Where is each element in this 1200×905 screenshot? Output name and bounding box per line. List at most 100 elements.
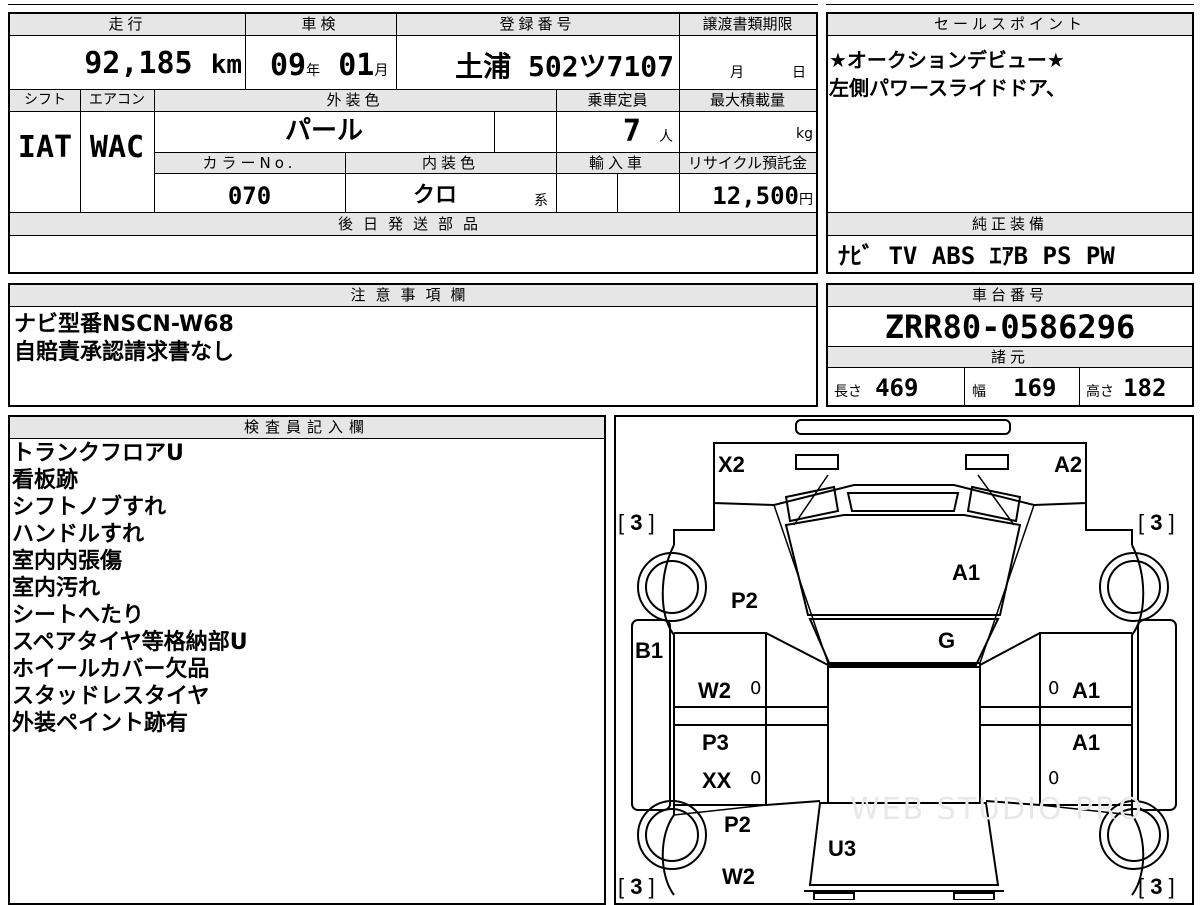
inspector-note: 室内汚れ — [12, 576, 101, 601]
mileage-header: 走行 — [10, 14, 245, 36]
max-load-unit: kg — [796, 126, 813, 142]
inspection-year: 09 — [270, 48, 307, 83]
tire-tread-value: 3 — [630, 510, 643, 535]
sales-points-header: セールスポイント — [828, 14, 1192, 36]
mark-a1-right-rear: A1 — [1072, 730, 1101, 755]
zero-mark: 0 — [1048, 768, 1060, 789]
interior-color-header: 内装色 — [345, 152, 556, 174]
note-line: ナビ型番NSCN-W68 — [14, 312, 234, 337]
mark-w2-left: W2 — [698, 678, 731, 703]
capacity-header: 乗車定員 — [556, 90, 679, 112]
mark-w2-rear: W2 — [722, 864, 755, 889]
height-spec: 高さ 182 — [1086, 374, 1192, 402]
inspector-note: シフトノブすれ — [12, 495, 167, 520]
width-label: 幅 — [972, 384, 986, 400]
genuine-equipment-header: 純正装備 — [828, 212, 1192, 236]
capacity-unit: 人 — [659, 129, 673, 145]
length-spec: 長さ 469 — [834, 374, 962, 402]
height-label: 高さ — [1086, 384, 1114, 400]
mark-a1-hood: A1 — [952, 560, 981, 585]
inspector-note: 外装ペイント跡有 — [12, 711, 189, 736]
color-no-value: 070 — [227, 182, 272, 210]
left-headlight — [784, 485, 840, 523]
inspector-note: 室内内張傷 — [12, 549, 123, 574]
shift-value: IAT — [17, 130, 73, 165]
recycle-number: 12,500 — [712, 182, 799, 210]
zero-mark: 0 — [750, 768, 762, 789]
year-unit: 年 — [306, 63, 321, 79]
exterior-color-header: 外装色 — [154, 90, 556, 112]
mark-xx: XX — [702, 768, 732, 793]
sales-points-list: ★オークションデビュー★ 左側パワースライドドア、 — [829, 46, 1066, 102]
length-label: 長さ — [834, 384, 862, 400]
car-diagram — [631, 419, 1177, 900]
ac-value: WAC — [89, 130, 145, 165]
tire-tread-value: 3 — [1150, 510, 1163, 535]
zero-mark: 0 — [1048, 678, 1060, 699]
width-value: 169 — [1013, 374, 1057, 402]
roof-shape — [827, 662, 981, 804]
transfer-month-unit: 月 — [730, 65, 744, 81]
inspector-note: トランクフロアU — [12, 441, 184, 466]
mark-x2: X2 — [718, 452, 745, 477]
length-value: 469 — [875, 374, 919, 402]
shift-header: シフト — [10, 90, 80, 112]
transfer-day-unit: 日 — [792, 65, 806, 81]
front-bumper-shape — [795, 419, 1011, 435]
watermark: WEB STUDIO PRO — [850, 792, 1144, 827]
later-parts-header: 後日発送部品 — [10, 212, 816, 236]
mark-g: G — [938, 628, 956, 653]
mark-a2: A2 — [1054, 452, 1083, 477]
interior-color-value: クロ — [412, 183, 457, 208]
width-spec: 幅 169 — [972, 374, 1077, 402]
tire-tread-value: 3 — [630, 874, 643, 899]
capacity-number: 7 — [622, 114, 641, 149]
front-right-tire — [1099, 552, 1169, 622]
mark-p3: P3 — [702, 730, 729, 755]
mark-b1: B1 — [635, 638, 664, 663]
windshield-shape — [808, 618, 1000, 666]
inspector-note: ハンドルすれ — [12, 522, 145, 547]
rear-left-tire — [637, 800, 707, 870]
door-lines — [765, 632, 1041, 806]
inspector-note: シートへたり — [12, 603, 145, 628]
tire-tread-value: 3 — [1150, 874, 1163, 899]
specs-header: 諸元 — [828, 346, 1192, 368]
mark-p2-rear: P2 — [724, 812, 751, 837]
mileage-value: 92,185 km — [10, 42, 242, 86]
sales-point-line: 左側パワースライドドア、 — [829, 76, 1066, 100]
color-no-header: カラーNo. — [154, 152, 345, 174]
inspector-note: 看板跡 — [12, 468, 79, 493]
registration-header: 登録番号 — [396, 14, 679, 36]
mark-a1-right-front: A1 — [1072, 678, 1101, 703]
front-left-wheel — [645, 560, 699, 614]
mark-p2-front: P2 — [731, 588, 758, 613]
transfer-deadline-header: 譲渡書類期限 — [679, 14, 816, 36]
capacity-value: 7 人 — [556, 112, 679, 150]
note-line: 自賠責承認請求書なし — [14, 340, 235, 365]
recycle-value: 12,500円 — [679, 176, 813, 210]
ac-header: エアコン — [80, 90, 154, 112]
genuine-equipment-value: ﾅﾋﾞ TV ABS ｴｱB PS PW — [838, 242, 1115, 270]
right-headlight — [966, 485, 1022, 523]
left-body-outline — [661, 544, 675, 896]
inspection-header: 車検 — [245, 14, 396, 36]
height-value: 182 — [1123, 374, 1167, 402]
right-side-sill — [1137, 619, 1177, 811]
chassis-header: 車台番号 — [828, 285, 1192, 307]
front-left-tire — [637, 552, 707, 622]
tire-tread-front-left: [ 3 ] — [618, 510, 655, 535]
inspection-month: 01 — [338, 48, 375, 83]
inspector-note: ホイールカバー欠品 — [12, 657, 210, 682]
inspector-header: 検査員記入欄 — [10, 417, 604, 439]
front-left-light — [795, 454, 839, 470]
chassis-number: ZRR80-0586296 — [884, 308, 1136, 346]
import-header: 輸入車 — [556, 152, 679, 174]
mileage-unit: km — [210, 50, 242, 80]
month-unit: 月 — [374, 63, 389, 79]
front-right-light — [965, 454, 1009, 470]
interior-color-unit: 系 — [534, 193, 548, 209]
hood-shape — [784, 514, 1022, 616]
tire-tread-rear-right: [ 3 ] — [1138, 874, 1175, 899]
inspection-value: 09年 01月 — [248, 42, 396, 86]
